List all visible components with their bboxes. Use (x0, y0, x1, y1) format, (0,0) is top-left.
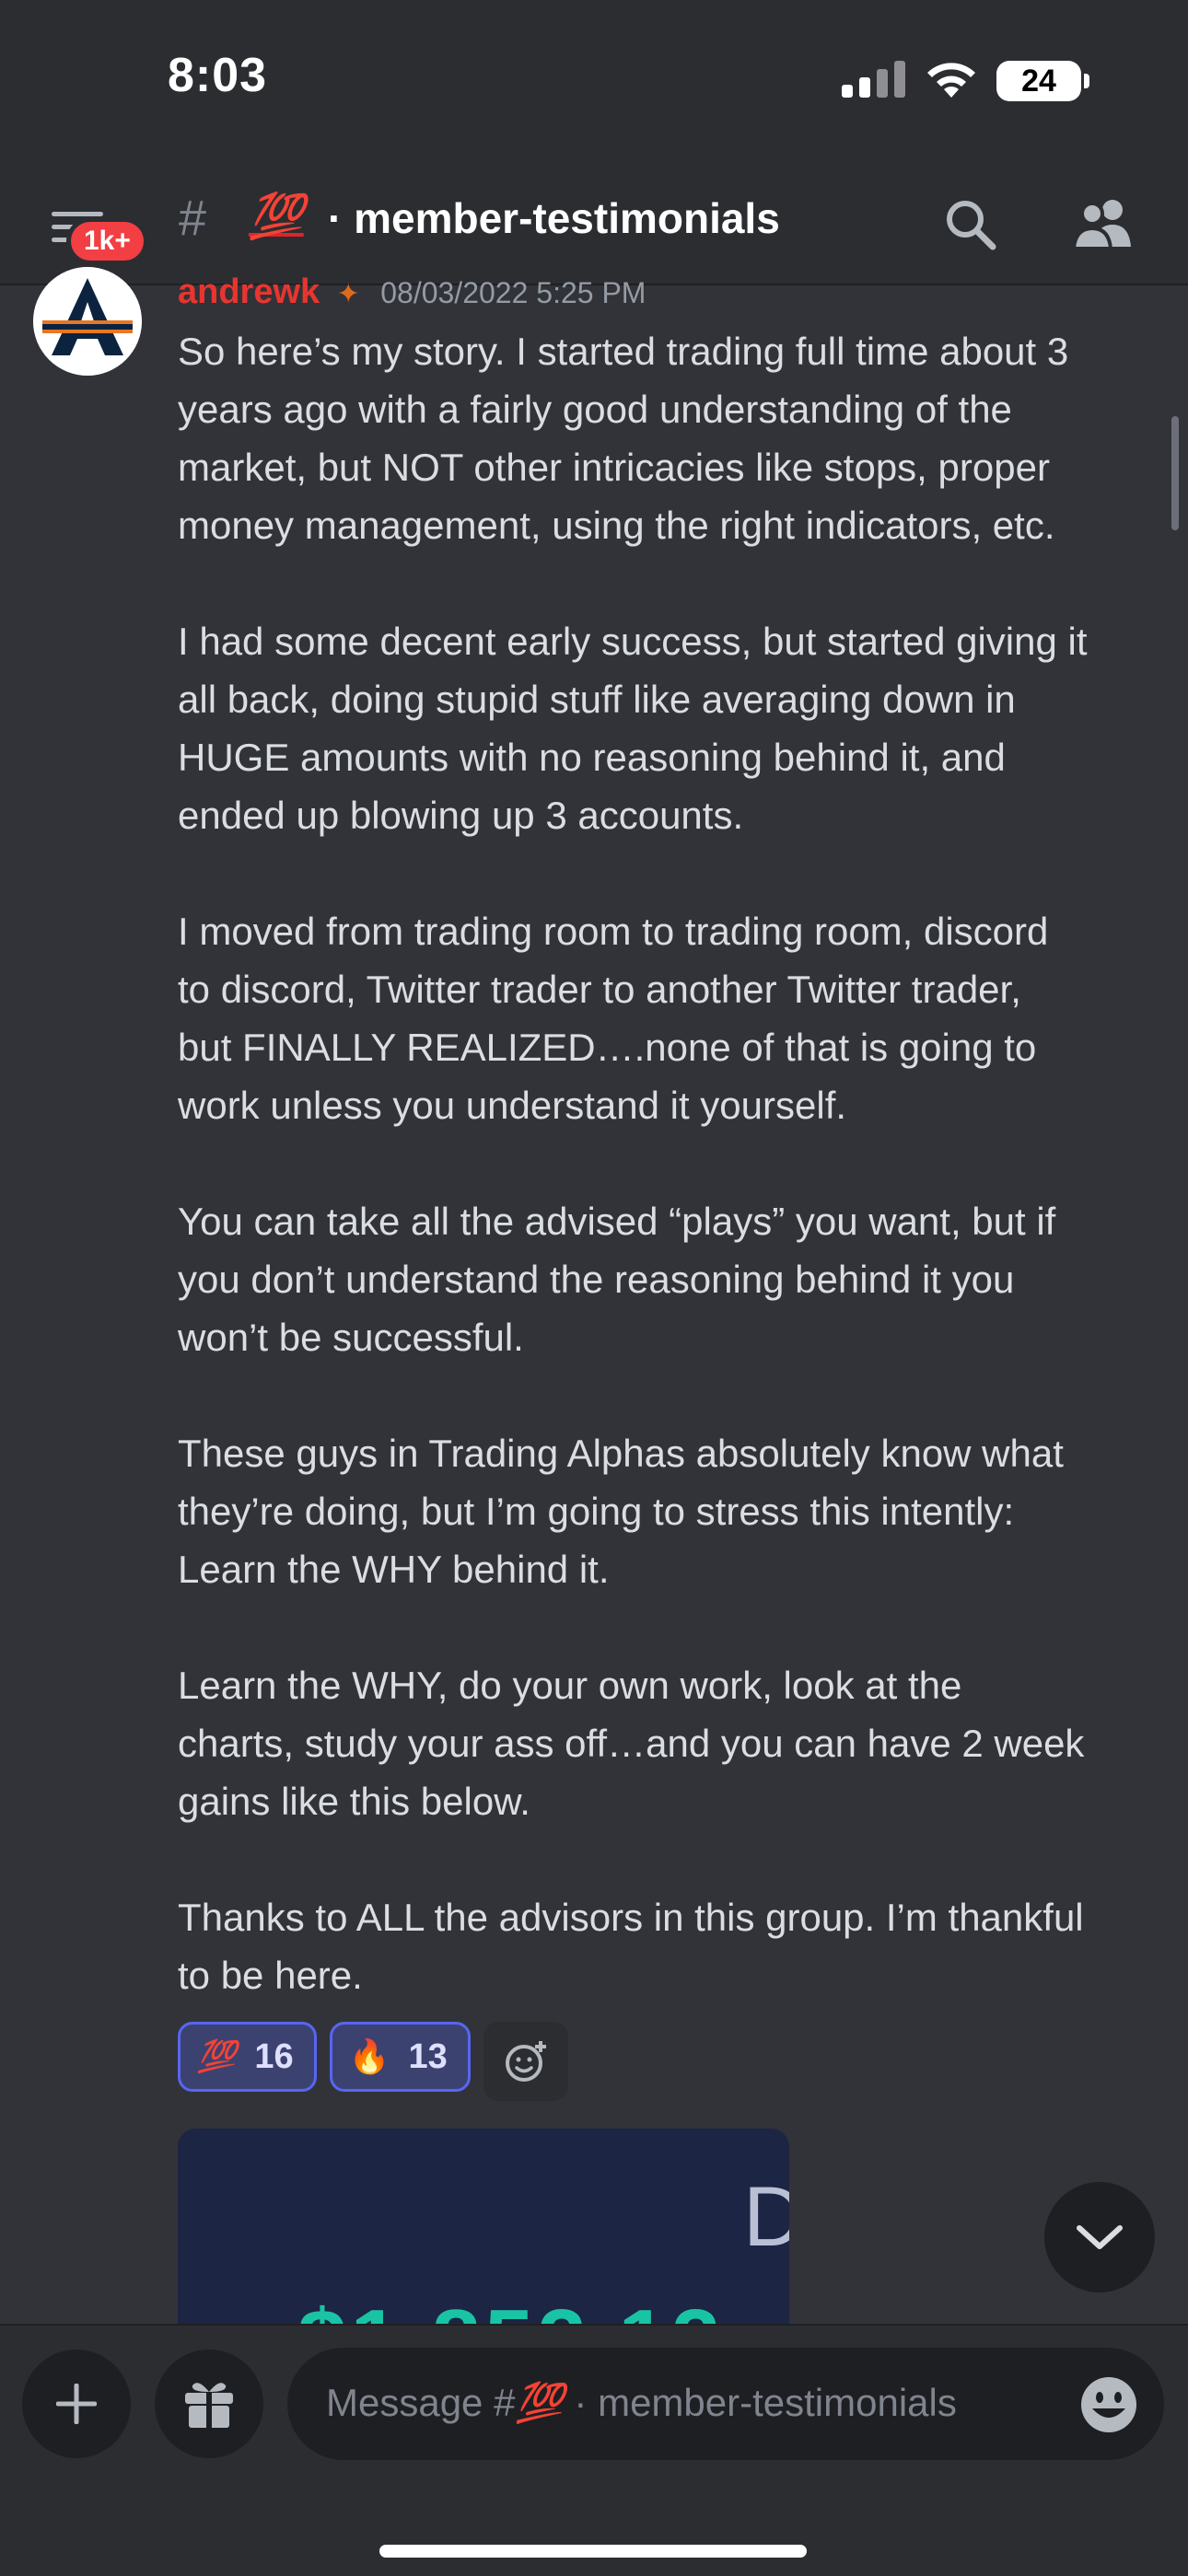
message-header: andrewk ✦ 08/03/2022 5:25 PM (178, 273, 646, 311)
status-time: 8:03 (168, 49, 268, 102)
role-icon: ✦ (336, 279, 360, 309)
plus-icon (56, 2384, 97, 2424)
search-icon[interactable] (943, 197, 1000, 254)
fire-emoji-icon: 🔥 (348, 2037, 390, 2075)
reaction-count: 16 (254, 2036, 294, 2076)
members-icon[interactable] (1072, 197, 1135, 252)
hundred-emoji-icon: 💯 (515, 2381, 564, 2424)
channel-header: 1k+ # 💯 · member-testimonials (0, 166, 1188, 285)
scrollbar[interactable] (1171, 416, 1179, 530)
author-name[interactable]: andrewk (178, 273, 320, 311)
auburn-logo-icon (33, 267, 142, 376)
channel-title[interactable]: · member-testimonials (328, 193, 780, 243)
reaction-count: 13 (408, 2036, 448, 2076)
message-text: So here’s my story. I started trading fu… (178, 330, 1088, 1997)
reaction-fire[interactable]: 🔥 13 (329, 2022, 471, 2092)
wifi-icon (927, 63, 975, 98)
jump-to-bottom-button[interactable] (1044, 2182, 1155, 2292)
battery-cap (1084, 74, 1089, 88)
add-attachment-button[interactable] (22, 2350, 131, 2458)
image-attachment[interactable]: D $1,852.12 (178, 2129, 789, 2331)
attachment-text: D (743, 2170, 789, 2264)
chevron-down-icon (1077, 2225, 1123, 2249)
add-reaction-button[interactable] (483, 2022, 568, 2101)
reactions-bar: 💯 16 🔥 13 (178, 2022, 568, 2101)
message-composer: Message #💯 · member-testimonials (0, 2324, 1188, 2576)
channel-hash-icon: # (179, 191, 207, 246)
message-input[interactable]: Message #💯 · member-testimonials (287, 2348, 1164, 2460)
home-indicator[interactable] (379, 2545, 807, 2558)
message-placeholder: Message #💯 · member-testimonials (326, 2381, 957, 2424)
gift-icon (185, 2383, 233, 2428)
reaction-hundred[interactable]: 💯 16 (178, 2022, 317, 2092)
gift-button[interactable] (155, 2350, 263, 2458)
message-timestamp: 08/03/2022 5:25 PM (380, 276, 646, 309)
emoji-picker-icon[interactable] (1076, 2372, 1142, 2438)
status-bar: 8:03 24 (0, 0, 1188, 166)
hundred-emoji-icon: 💯 (197, 2039, 237, 2074)
avatar[interactable] (33, 267, 142, 376)
hundred-emoji-icon: 💯 (249, 192, 304, 241)
add-reaction-icon (505, 2041, 546, 2082)
notification-badge: 1k+ (66, 217, 148, 265)
battery-icon: 24 (996, 61, 1081, 101)
cellular-signal-icon (842, 61, 905, 98)
